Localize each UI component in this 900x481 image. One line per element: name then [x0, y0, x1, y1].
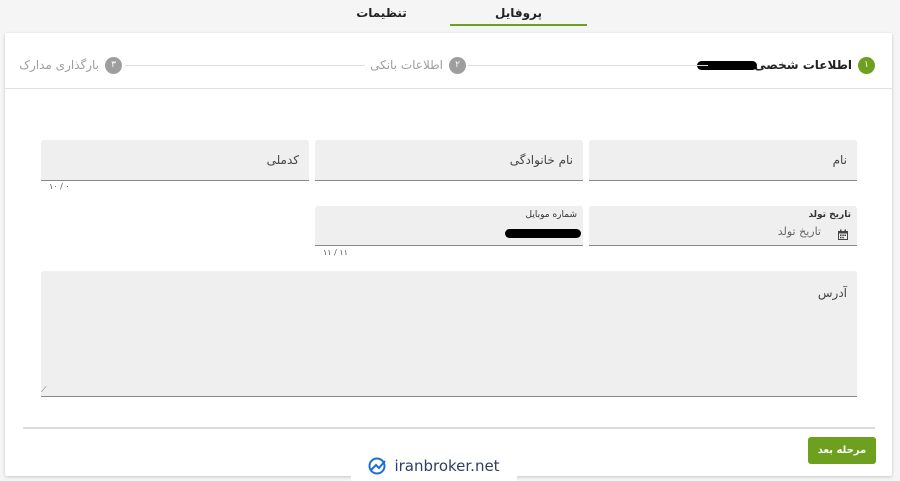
address-label: آدرس [817, 286, 847, 300]
step-label: اطلاعات شخصی [754, 58, 852, 72]
profile-card: ۱ اطلاعات شخصی ۲ اطلاعات بانکی ۳ بارگذار… [5, 33, 892, 476]
step-connector [468, 65, 708, 66]
birth-date-label: تاریخ تولد [808, 210, 851, 220]
tab-settings[interactable]: تنظیمات [313, 0, 450, 26]
divider [23, 427, 875, 429]
profile-tabs: پروفایل تنظیمات [313, 0, 587, 26]
tab-profile[interactable]: پروفایل [450, 0, 587, 26]
step-bank-info[interactable]: ۲ اطلاعات بانکی [370, 56, 466, 74]
stepper: ۱ اطلاعات شخصی ۲ اطلاعات بانکی ۳ بارگذار… [5, 33, 892, 89]
mobile-label: شماره موبایل [525, 210, 577, 220]
resize-handle-icon[interactable]: ⟋ [41, 385, 47, 395]
watermark-text: iranbroker.net [394, 456, 500, 475]
step-label: بارگذاری مدارک [19, 58, 99, 72]
national-code-label: کدملی [266, 153, 299, 167]
first-name-field[interactable]: نام [589, 140, 857, 181]
step-number: ۱ [858, 56, 875, 74]
national-code-counter: ۱۰ / ۰ [49, 182, 70, 191]
watermark-logo: iranbroker.net [351, 450, 517, 481]
step-personal-info[interactable]: ۱ اطلاعات شخصی [697, 56, 875, 74]
redacted-mobile [505, 229, 581, 238]
mobile-counter: ۱۱ / ۱۱ [323, 248, 348, 257]
calendar-icon[interactable] [837, 226, 849, 240]
last-name-label: نام خانوادگی [509, 153, 573, 167]
birth-date-input[interactable]: تاریخ تولد [778, 225, 821, 238]
mobile-field[interactable]: شماره موبایل [315, 206, 583, 246]
birth-date-field[interactable]: تاریخ تولد تاریخ تولد [589, 206, 857, 246]
step-number: ۲ [449, 56, 466, 74]
step-documents[interactable]: ۳ بارگذاری مدارک [19, 56, 122, 74]
last-name-field[interactable]: نام خانوادگی [315, 140, 583, 181]
national-code-field[interactable]: کدملی [41, 140, 309, 181]
address-field[interactable]: آدرس ⟋ [41, 271, 857, 397]
step-connector [125, 65, 365, 66]
next-step-button[interactable]: مرحله بعد [808, 437, 876, 464]
trend-icon [368, 457, 387, 474]
step-label: اطلاعات بانکی [370, 58, 443, 72]
step-number: ۳ [105, 56, 122, 74]
first-name-label: نام [832, 153, 847, 167]
